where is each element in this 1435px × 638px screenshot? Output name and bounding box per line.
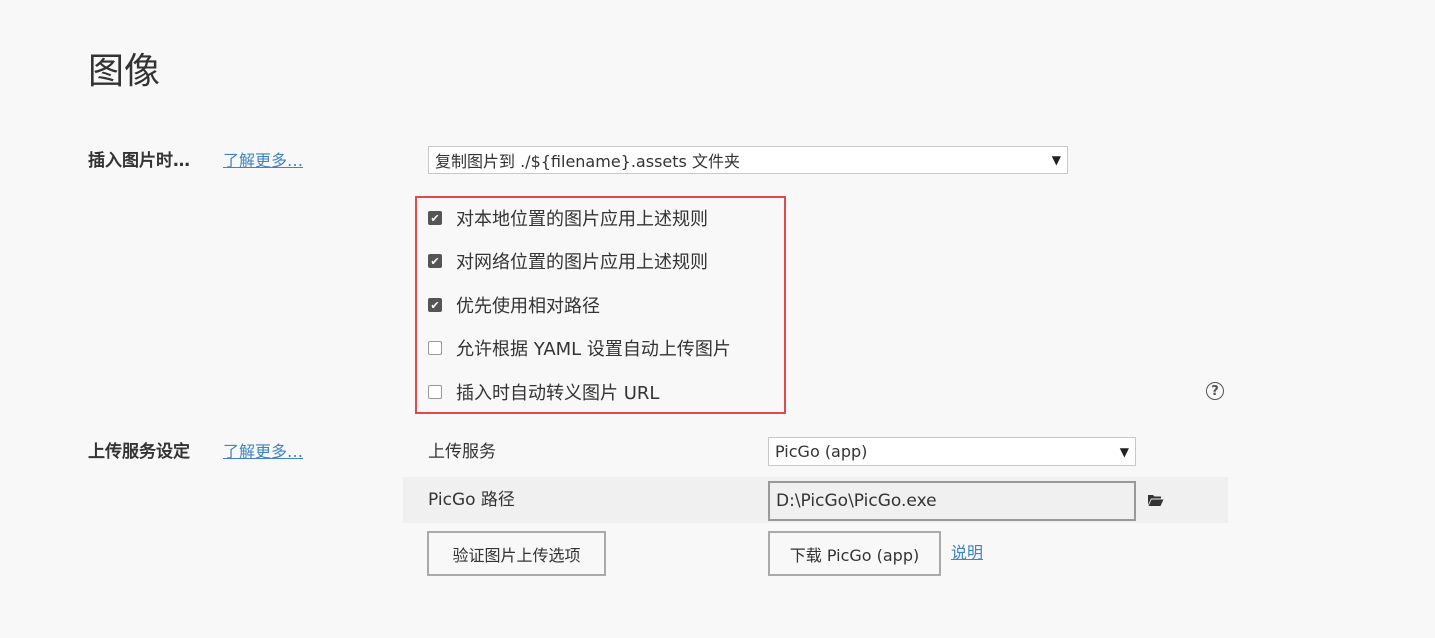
picgo-path-label: PicGo 路径 (428, 490, 515, 510)
option-apply-network[interactable]: ✔ 对网络位置的图片应用上述规则 (428, 249, 708, 273)
checkbox-relative-path[interactable]: ✔ (428, 298, 442, 312)
insert-image-action-select[interactable]: 复制图片到 ./${filename}.assets 文件夹 ▼ (428, 146, 1068, 174)
chevron-down-icon: ▼ (1119, 444, 1129, 459)
question-circle-icon[interactable]: ? (1206, 382, 1224, 400)
explain-link[interactable]: 说明 (951, 541, 983, 565)
chevron-down-icon: ▼ (1051, 153, 1061, 167)
option-escape-url[interactable]: 插入时自动转义图片 URL (428, 380, 659, 404)
folder-open-icon[interactable] (1147, 493, 1164, 507)
upload-service-learn-more-link[interactable]: 了解更多… (223, 440, 303, 464)
option-apply-local[interactable]: ✔ 对本地位置的图片应用上述规则 (428, 206, 708, 230)
upload-service-field-label: 上传服务 (428, 442, 496, 462)
verify-upload-button[interactable]: 验证图片上传选项 (427, 531, 606, 576)
checkbox-apply-network[interactable]: ✔ (428, 254, 442, 268)
option-relative-path[interactable]: ✔ 优先使用相对路径 (428, 293, 600, 317)
checkbox-apply-local[interactable]: ✔ (428, 211, 442, 225)
checkmark-icon: ✔ (430, 254, 440, 268)
insert-image-action-value: 复制图片到 ./${filename}.assets 文件夹 (435, 152, 740, 171)
option-label: 对网络位置的图片应用上述规则 (456, 252, 708, 273)
insert-image-learn-more-link[interactable]: 了解更多… (223, 149, 303, 173)
option-label: 对本地位置的图片应用上述规则 (456, 209, 708, 230)
upload-service-value: PicGo (app) (775, 442, 868, 461)
upload-service-select[interactable]: PicGo (app) ▼ (768, 437, 1136, 466)
option-label: 插入时自动转义图片 URL (456, 383, 660, 404)
option-label: 允许根据 YAML 设置自动上传图片 (456, 339, 731, 360)
page-title: 图像 (88, 51, 161, 92)
picgo-path-input[interactable]: D:\PicGo\PicGo.exe (768, 481, 1136, 521)
download-picgo-button[interactable]: 下载 PicGo (app) (768, 531, 941, 576)
option-yaml-upload[interactable]: 允许根据 YAML 设置自动上传图片 (428, 336, 731, 360)
insert-image-label: 插入图片时… (88, 151, 190, 171)
checkmark-icon: ✔ (430, 211, 440, 225)
checkbox-escape-url[interactable] (428, 385, 442, 399)
checkbox-yaml-upload[interactable] (428, 341, 442, 355)
checkmark-icon: ✔ (430, 298, 440, 312)
upload-service-label: 上传服务设定 (88, 442, 190, 462)
picgo-path-value: D:\PicGo\PicGo.exe (776, 491, 937, 511)
option-label: 优先使用相对路径 (456, 296, 600, 317)
